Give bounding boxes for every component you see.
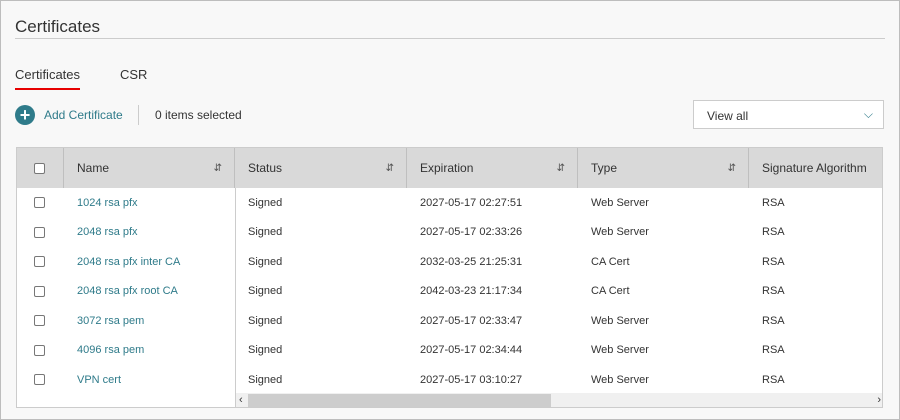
status-cell: Signed xyxy=(248,196,283,209)
scrollbar-thumb[interactable] xyxy=(248,394,551,407)
column-label: Name xyxy=(77,161,110,175)
sort-icon[interactable]: ⇵ xyxy=(728,163,736,174)
cert-name-link[interactable]: 3072 rsa pem xyxy=(77,315,144,327)
column-label: Status xyxy=(248,161,283,175)
signature-algorithm-cell: RSA xyxy=(762,344,785,357)
add-certificate-button[interactable]: + Add Certificate xyxy=(15,105,123,125)
column-header-signature-algorithm[interactable]: Signature Algorithm xyxy=(749,148,882,188)
expiration-cell: 2032-03-25 21:25:31 xyxy=(420,255,523,268)
type-cell: CA Cert xyxy=(591,285,630,298)
expiration-cell: 2027-05-17 03:10:27 xyxy=(420,373,523,386)
column-header-status[interactable]: Status ⇵ xyxy=(235,148,407,188)
frozen-column-divider xyxy=(235,188,236,407)
type-cell: Web Server xyxy=(591,344,649,357)
cert-name-link[interactable]: 2048 rsa pfx root CA xyxy=(77,285,178,297)
table-row[interactable]: 2048 rsa pfx root CA Signed 2042-03-23 21:… xyxy=(17,277,882,307)
scroll-right-icon[interactable]: › xyxy=(877,393,881,407)
signature-algorithm-cell: RSA xyxy=(762,373,785,386)
cert-name-link[interactable]: 2048 rsa pfx xyxy=(77,226,138,238)
table-header: Name ⇵ Status ⇵ Expiration ⇵ Type ⇵ Signatur… xyxy=(17,148,882,188)
expiration-cell: 2027-05-17 02:33:26 xyxy=(420,226,523,239)
status-cell: Signed xyxy=(248,285,283,298)
cert-name-link[interactable]: VPN cert xyxy=(77,374,121,386)
selected-count: 0 items selected xyxy=(155,108,242,122)
chevron-down-icon: ⌵ xyxy=(863,107,873,121)
column-label: Type xyxy=(591,161,618,175)
table-row[interactable]: 2048 rsa pfx Signed 2027-05-17 02:33:26 Web… xyxy=(17,218,882,248)
type-cell: Web Server xyxy=(591,373,649,386)
certificates-table: Name ⇵ Status ⇵ Expiration ⇵ Type ⇵ Signatur… xyxy=(16,147,883,408)
signature-algorithm-cell: RSA xyxy=(762,226,785,239)
status-cell: Signed xyxy=(248,255,283,268)
status-cell: Signed xyxy=(248,373,283,386)
sort-icon[interactable]: ⇵ xyxy=(214,163,222,174)
table-row[interactable]: 2048 rsa pfx inter CA Signed 2032-03-25 21… xyxy=(17,247,882,277)
signature-algorithm-cell: RSA xyxy=(762,314,785,327)
select-all-checkbox[interactable] xyxy=(34,162,45,174)
row-checkbox[interactable] xyxy=(34,285,45,297)
table-row[interactable]: 4096 rsa pem Signed 2027-05-17 02:34:44 Web… xyxy=(17,336,882,366)
expiration-cell: 2027-05-17 02:27:51 xyxy=(420,196,523,209)
status-cell: Signed xyxy=(248,226,283,239)
column-header-expiration[interactable]: Expiration ⇵ xyxy=(407,148,578,188)
column-label: Expiration xyxy=(420,161,474,175)
row-checkbox[interactable] xyxy=(34,344,45,356)
plus-icon: + xyxy=(15,105,35,125)
filter-select[interactable]: View all ⌵ xyxy=(693,100,884,129)
column-header-name[interactable]: Name ⇵ xyxy=(64,148,235,188)
table-row[interactable]: 3072 rsa pem Signed 2027-05-17 02:33:47 Web… xyxy=(17,306,882,336)
status-cell: Signed xyxy=(248,344,283,357)
cert-name-link[interactable]: 1024 rsa pfx xyxy=(77,197,138,209)
horizontal-scrollbar[interactable]: ‹ › xyxy=(236,393,882,407)
scroll-left-icon[interactable]: ‹ xyxy=(239,393,243,407)
column-header-type[interactable]: Type ⇵ xyxy=(578,148,749,188)
expiration-cell: 2027-05-17 02:33:47 xyxy=(420,314,523,327)
page-title: Certificates xyxy=(15,17,101,36)
toolbar-divider xyxy=(138,105,139,125)
cert-name-link[interactable]: 2048 rsa pfx inter CA xyxy=(77,256,180,268)
certificates-page: Certificates Certificates CSR + Add Cert… xyxy=(0,0,900,420)
type-cell: Web Server xyxy=(591,196,649,209)
status-cell: Signed xyxy=(248,314,283,327)
table-row[interactable]: VPN cert Signed 2027-05-17 03:10:27 Web Ser… xyxy=(17,365,882,395)
signature-algorithm-cell: RSA xyxy=(762,285,785,298)
signature-algorithm-cell: RSA xyxy=(762,196,785,209)
column-label: Signature Algorithm xyxy=(762,161,867,175)
type-cell: Web Server xyxy=(591,226,649,239)
cert-name-link[interactable]: 4096 rsa pem xyxy=(77,344,144,356)
type-cell: Web Server xyxy=(591,314,649,327)
row-checkbox[interactable] xyxy=(34,374,45,386)
row-checkbox[interactable] xyxy=(34,315,45,327)
sort-icon[interactable]: ⇵ xyxy=(386,163,394,174)
row-checkbox[interactable] xyxy=(34,256,45,268)
sort-icon[interactable]: ⇵ xyxy=(557,163,565,174)
expiration-cell: 2027-05-17 02:34:44 xyxy=(420,344,523,357)
tab-certificates[interactable]: Certificates xyxy=(15,67,81,90)
tab-csr[interactable]: CSR xyxy=(120,67,147,82)
expiration-cell: 2042-03-23 21:17:34 xyxy=(420,285,523,298)
signature-algorithm-cell: RSA xyxy=(762,255,785,268)
add-certificate-label: Add Certificate xyxy=(44,108,123,122)
filter-value: View all xyxy=(707,109,749,123)
type-cell: CA Cert xyxy=(591,255,630,268)
row-checkbox[interactable] xyxy=(34,226,45,238)
table-row[interactable]: 1024 rsa pfx Signed 2027-05-17 02:27:51 Web… xyxy=(17,188,882,218)
row-checkbox[interactable] xyxy=(34,197,45,209)
title-divider xyxy=(15,38,885,39)
